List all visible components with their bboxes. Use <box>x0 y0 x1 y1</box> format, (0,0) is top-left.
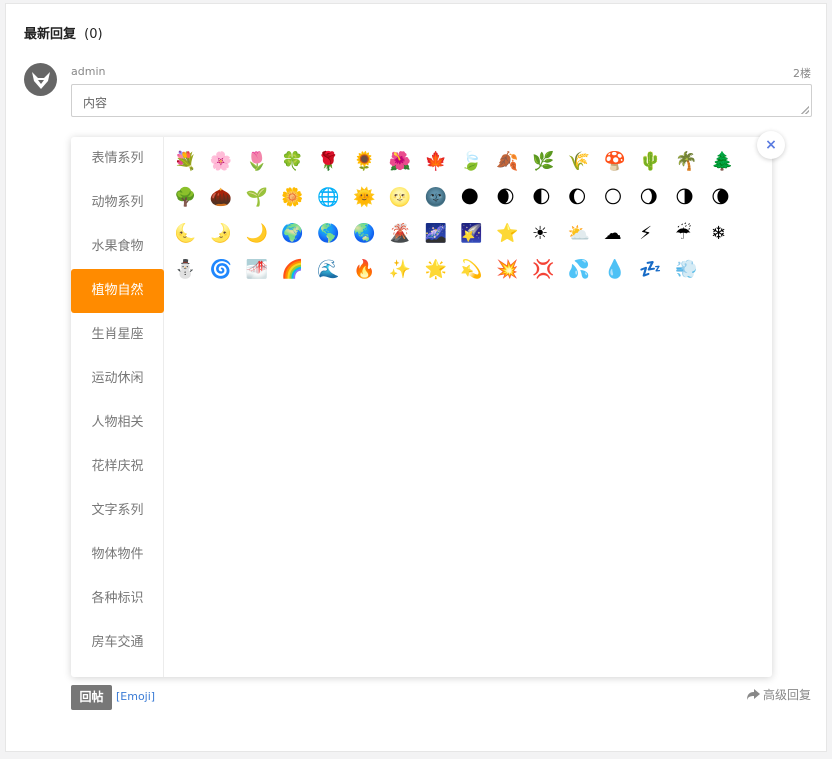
emoji-item[interactable]: ☁ <box>604 223 640 259</box>
emoji-category-tab[interactable]: 各种标识 <box>71 577 164 621</box>
close-emoji-panel-button[interactable]: × <box>757 131 785 159</box>
emoji-item[interactable]: 💨 <box>675 259 711 295</box>
emoji-item[interactable]: 🌺 <box>389 151 425 187</box>
emoji-category-tab[interactable]: 生肖星座 <box>71 313 164 357</box>
emoji-item[interactable]: 🌲 <box>711 151 747 187</box>
emoji-panel: 表情系列 动物系列 水果食物 植物自然 生肖星座 运动休闲 人物相关 花样庆祝 文字系列 物体物件… <box>71 137 772 677</box>
emoji-item[interactable]: 🌱 <box>246 187 282 223</box>
emoji-item[interactable]: 🍂 <box>496 151 532 187</box>
emoji-item[interactable]: 🌓 <box>532 187 568 223</box>
emoji-item[interactable]: 🌊 <box>317 259 353 295</box>
emoji-item[interactable]: 🌵 <box>639 151 675 187</box>
emoji-item[interactable]: 🌈 <box>281 259 317 295</box>
share-arrow-icon <box>746 689 760 700</box>
emoji-category-tab[interactable]: 运动休闲 <box>71 357 164 401</box>
avatar <box>24 63 57 96</box>
emoji-item[interactable]: 🌠 <box>460 223 496 259</box>
emoji-category-tab[interactable]: 动物系列 <box>71 181 164 225</box>
emoji-item[interactable]: 🌑 <box>460 187 496 223</box>
section-title: 最新回复 <box>24 27 77 42</box>
reply-textarea[interactable]: 内容 <box>71 84 812 117</box>
emoji-item[interactable]: 🍁 <box>425 151 461 187</box>
emoji-item[interactable]: 💫 <box>460 259 496 295</box>
emoji-item[interactable]: ❄ <box>711 223 747 259</box>
emoji-item[interactable]: 🍃 <box>460 151 496 187</box>
emoji-category-tab[interactable]: 花样庆祝 <box>71 445 164 489</box>
emoji-item[interactable]: ⛄ <box>174 259 210 295</box>
emoji-item[interactable]: 🍄 <box>604 151 640 187</box>
emoji-item[interactable]: 🌗 <box>675 187 711 223</box>
emoji-item[interactable]: 💦 <box>568 259 604 295</box>
emoji-item[interactable]: 🌒 <box>496 187 532 223</box>
emoji-item[interactable]: 🌚 <box>425 187 461 223</box>
emoji-item[interactable]: 🌛 <box>210 223 246 259</box>
resize-handle[interactable] <box>801 106 809 114</box>
emoji-item[interactable]: 🌰 <box>210 187 246 223</box>
emoji-category-tab[interactable]: 房车交通 <box>71 621 164 665</box>
emoji-category-tab[interactable]: 物体物件 <box>71 533 164 577</box>
emoji-category-tab[interactable]: 水果食物 <box>71 225 164 269</box>
emoji-item[interactable]: 🍀 <box>281 151 317 187</box>
emoji-item[interactable]: 🌔 <box>568 187 604 223</box>
advanced-reply-link[interactable]: 高级回复 <box>746 686 811 703</box>
emoji-item[interactable]: 🌕 <box>604 187 640 223</box>
emoji-category-tab[interactable]: 植物自然 <box>71 269 164 313</box>
section-header: 最新回复 (0) <box>24 23 103 42</box>
emoji-category-tab[interactable]: 人物相关 <box>71 401 164 445</box>
emoji-item[interactable]: 💥 <box>496 259 532 295</box>
comment-card: 最新回复 (0) admin 2楼 内容 表情系列 动物系列 水果食物 植物自然 生肖星… <box>5 3 827 752</box>
reply-count: (0) <box>84 27 103 42</box>
emoji-item[interactable]: 🌿 <box>532 151 568 187</box>
emoji-item[interactable]: 🌏 <box>353 223 389 259</box>
emoji-item[interactable]: 🌳 <box>174 187 210 223</box>
emoji-item[interactable]: ⭐ <box>496 223 532 259</box>
emoji-item[interactable]: 🌻 <box>353 151 389 187</box>
emoji-item[interactable]: 🌐 <box>317 187 353 223</box>
emoji-category-tab[interactable]: 文字系列 <box>71 489 164 533</box>
emoji-item[interactable]: 🌀 <box>210 259 246 295</box>
emoji-item[interactable]: 💧 <box>604 259 640 295</box>
submit-reply-button[interactable]: 回帖 <box>71 685 112 710</box>
emoji-item[interactable]: 🌋 <box>389 223 425 259</box>
emoji-item[interactable]: 💐 <box>174 151 210 187</box>
emoji-item[interactable]: ⚡ <box>639 223 675 259</box>
emoji-item[interactable]: 🌙 <box>246 223 282 259</box>
emoji-item[interactable]: 🌹 <box>317 151 353 187</box>
fox-logo-icon <box>31 71 50 89</box>
emoji-item[interactable]: 💢 <box>532 259 568 295</box>
emoji-item[interactable]: 🌸 <box>210 151 246 187</box>
emoji-item[interactable]: ⛅ <box>568 223 604 259</box>
emoji-item[interactable]: 🌾 <box>568 151 604 187</box>
emoji-item[interactable]: ✨ <box>389 259 425 295</box>
emoji-grid: 💐 🌸 🌷 🍀 🌹 🌻 🌺 🍁 🍃 🍂 🌿 🌾 🍄 🌵 🌴 🌲 🌳 🌰 🌱 🌼 🌐 🌞 🌝 🌚 🌑 🌒 🌓 🌔 🌕 🌖 🌗 🌘 🌜 🌛 🌙 🌍 🌎 🌏 🌋 🌌… <box>174 151 769 295</box>
emoji-item[interactable]: 🌖 <box>639 187 675 223</box>
emoji-item[interactable]: 🌴 <box>675 151 711 187</box>
advanced-reply-label: 高级回复 <box>762 688 811 702</box>
emoji-item[interactable]: ☀ <box>532 223 568 259</box>
textarea-text: 内容 <box>83 96 108 110</box>
emoji-item[interactable]: 🌜 <box>174 223 210 259</box>
emoji-item[interactable]: 🌎 <box>317 223 353 259</box>
emoji-item[interactable]: 🌷 <box>246 151 282 187</box>
emoji-item[interactable]: 🌍 <box>281 223 317 259</box>
comment-username: admin <box>71 65 106 78</box>
emoji-item[interactable]: 🌘 <box>711 187 747 223</box>
emoji-item[interactable]: ☔ <box>675 223 711 259</box>
floor-number: 2楼 <box>793 67 811 80</box>
emoji-item[interactable]: 🌝 <box>389 187 425 223</box>
emoji-item[interactable]: 🌟 <box>425 259 461 295</box>
emoji-item[interactable]: 🌞 <box>353 187 389 223</box>
emoji-item[interactable]: 💤 <box>639 259 675 295</box>
emoji-item[interactable]: 🌌 <box>425 223 461 259</box>
emoji-item[interactable]: 🔥 <box>353 259 389 295</box>
emoji-category-tab[interactable]: 表情系列 <box>71 137 164 181</box>
emoji-category-sidebar: 表情系列 动物系列 水果食物 植物自然 生肖星座 运动休闲 人物相关 花样庆祝 文字系列 物体物件… <box>71 137 164 677</box>
emoji-item[interactable]: 🌁 <box>246 259 282 295</box>
emoji-toggle-link[interactable]: [Emoji] <box>116 690 155 703</box>
emoji-item[interactable]: 🌼 <box>281 187 317 223</box>
